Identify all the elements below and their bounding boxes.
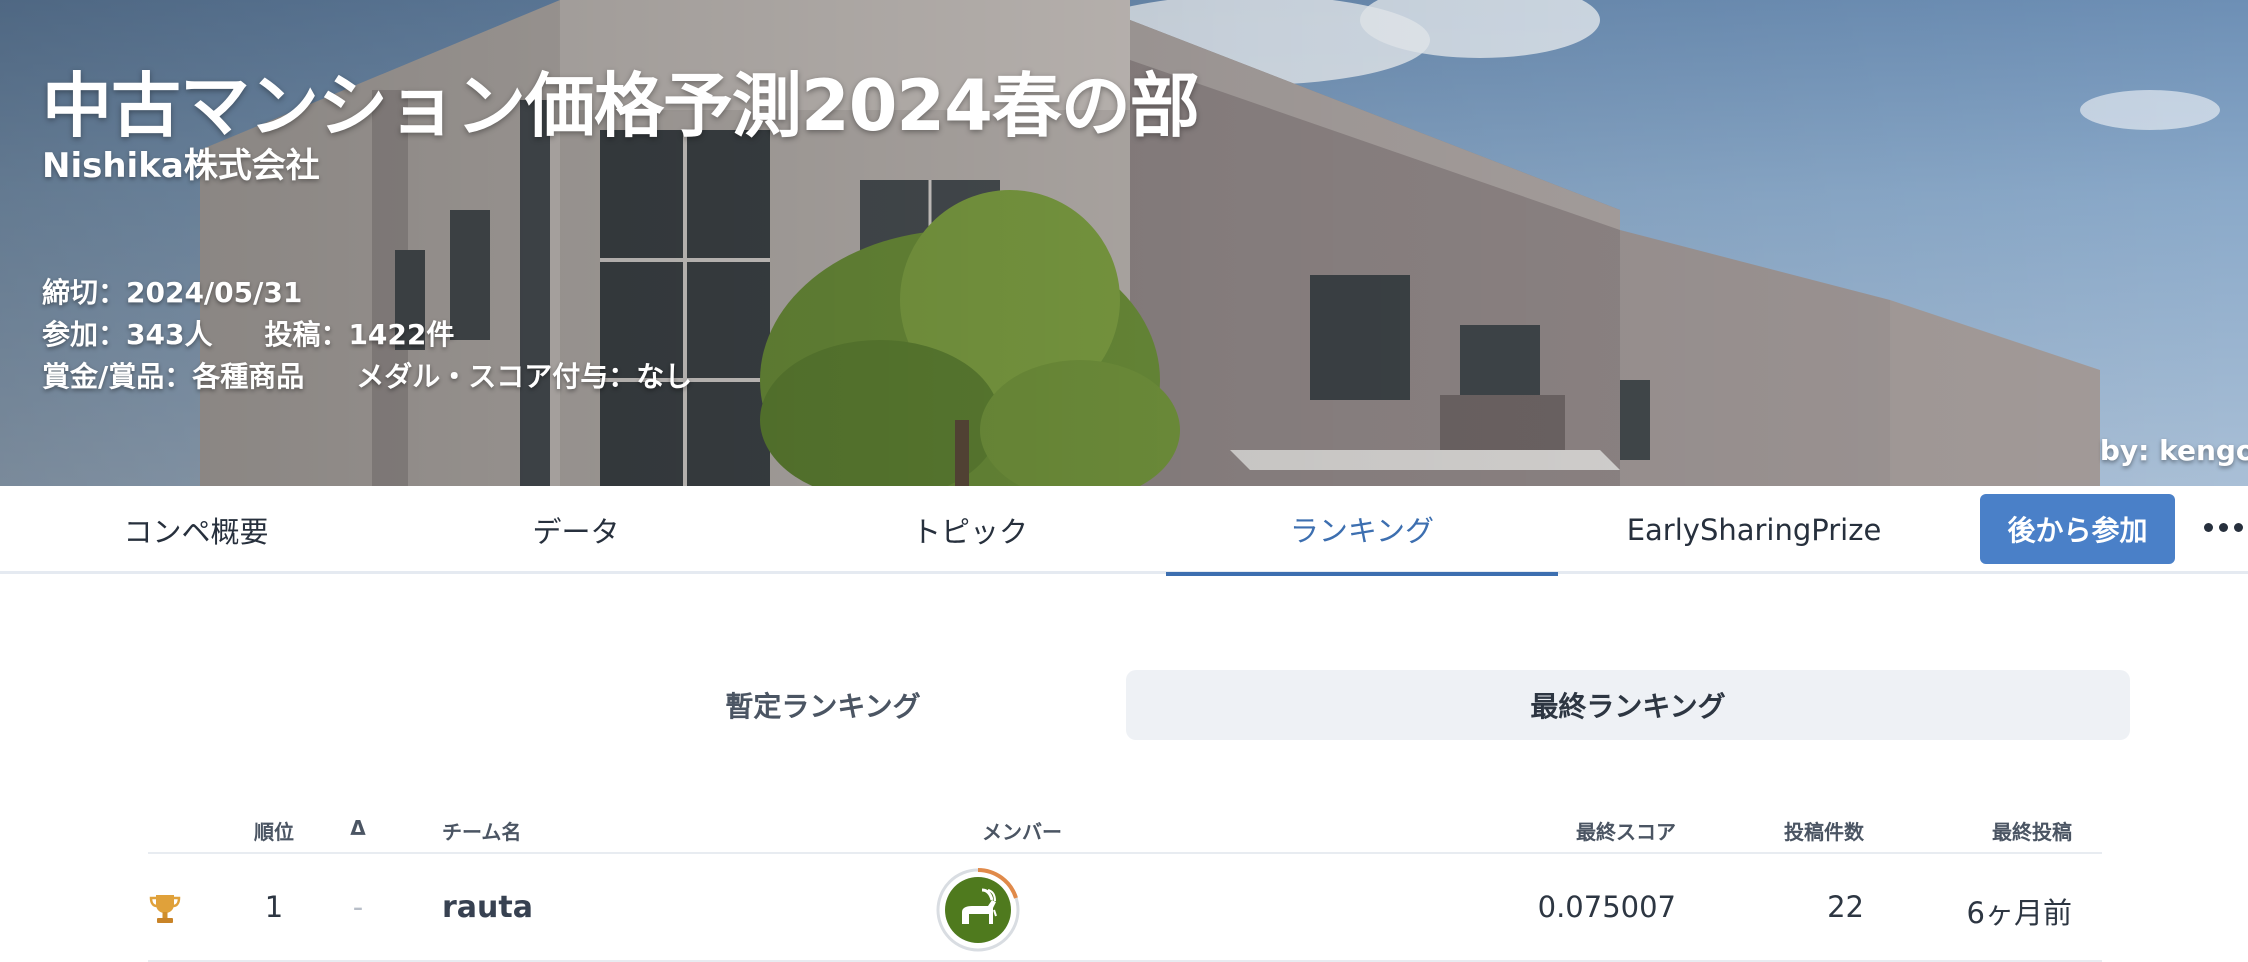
prize-line: 賞金/賞品：各種商品 メダル・スコア付与：なし xyxy=(42,356,692,398)
organizer-name: Nishika株式会社 xyxy=(42,146,320,186)
prize-text: 賞金/賞品：各種商品 xyxy=(42,360,305,393)
submissions-count: 投稿：1422件 xyxy=(264,318,455,351)
header-team: チーム名 xyxy=(442,820,522,844)
submission-count: 22 xyxy=(1827,890,1864,924)
delta-value: - xyxy=(352,890,364,924)
header-score: 最終スコア xyxy=(1576,820,1676,844)
final-ranking-toggle[interactable]: 最終ランキング xyxy=(1126,670,2130,740)
more-horizontal-icon[interactable] xyxy=(2204,512,2248,542)
final-score: 0.075007 xyxy=(1537,890,1676,924)
header-members: メンバー xyxy=(982,820,1062,844)
header-submission-count: 投稿件数 xyxy=(1784,820,1864,844)
deadline-text: 締切：2024/05/31 xyxy=(42,276,303,309)
goat-avatar-icon[interactable] xyxy=(936,868,1020,952)
trophy-icon xyxy=(149,895,181,923)
tab-ranking[interactable]: ランキング xyxy=(1166,486,1558,576)
tab-overview[interactable]: コンペ概要 xyxy=(0,486,392,574)
participants-count: 参加：343人 xyxy=(42,318,213,351)
header-delta: Δ xyxy=(350,816,366,840)
tab-data[interactable]: データ xyxy=(380,486,772,574)
medal-text: メダル・スコア付与：なし xyxy=(356,360,693,393)
provisional-ranking-toggle[interactable]: 暫定ランキング xyxy=(400,670,1246,740)
competition-title: 中古マンション価格予測2024春の部 xyxy=(42,65,1200,147)
team-name[interactable]: rauta xyxy=(442,890,533,925)
tab-early-sharing-prize[interactable]: EarlySharingPrize xyxy=(1558,486,1950,574)
stats-line: 参加：343人 投稿：1422件 xyxy=(42,314,692,356)
table-row[interactable]: 1 - rauta 0.075007 22 6ヶ月前 xyxy=(148,856,2102,962)
join-later-button[interactable]: 後から参加 xyxy=(1980,494,2175,564)
ranking-table-header: 順位 Δ チーム名 メンバー 最終スコア 投稿件数 最終投稿 xyxy=(148,810,2102,854)
header-last-submission: 最終投稿 xyxy=(1992,820,2072,844)
header-rank: 順位 xyxy=(254,820,294,844)
competition-tabs: コンペ概要 データ トピック ランキング EarlySharingPrize 後… xyxy=(0,486,2248,576)
last-submission: 6ヶ月前 xyxy=(1966,896,2072,930)
tab-topics[interactable]: トピック xyxy=(774,486,1166,574)
rank-value: 1 xyxy=(264,890,284,924)
hero-banner: 中古マンション価格予測2024春の部 Nishika株式会社 締切：2024/0… xyxy=(0,0,2248,486)
competition-meta: 締切：2024/05/31 参加：343人 投稿：1422件 賞金/賞品：各種商品… xyxy=(42,272,692,398)
image-credit: by: kengo.f xyxy=(2099,434,2248,467)
